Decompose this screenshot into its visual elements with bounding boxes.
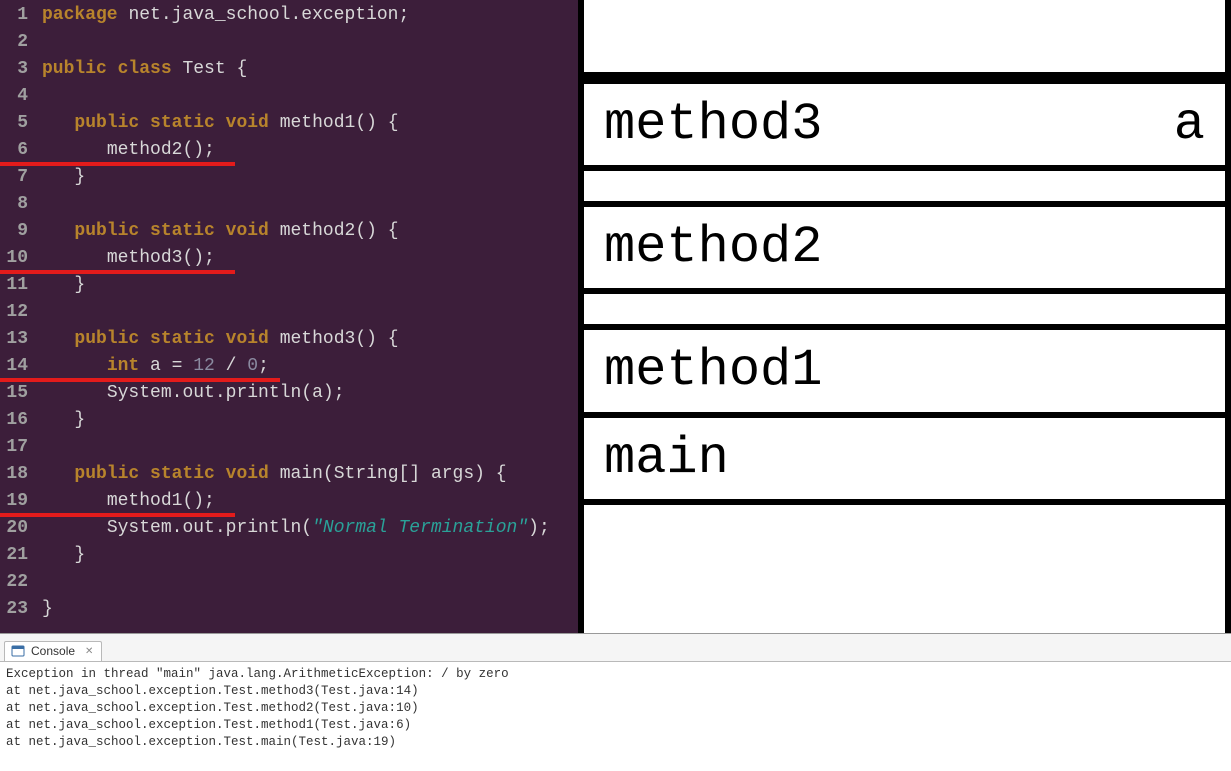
code-line[interactable]: 14 int a = 12 / 0;	[0, 353, 578, 380]
close-icon[interactable]: ✕	[85, 646, 93, 657]
line-number: 20	[0, 515, 34, 542]
stack-frame-method2: method2	[584, 201, 1225, 294]
code-content[interactable]: System.out.println(a);	[34, 380, 578, 407]
line-number: 11	[0, 272, 34, 299]
code-line[interactable]: 12	[0, 299, 578, 326]
code-content[interactable]: int a = 12 / 0;	[34, 353, 578, 380]
code-content[interactable]: System.out.println("Normal Termination")…	[34, 515, 578, 542]
error-underline	[0, 270, 235, 274]
console-panel: Console ✕ Exception in thread "main" jav…	[0, 633, 1231, 771]
console-output[interactable]: Exception in thread "main" java.lang.Ari…	[0, 662, 1231, 755]
stack-frame-label: method1	[604, 342, 822, 399]
code-line[interactable]: 17	[0, 434, 578, 461]
code-line[interactable]: 23}	[0, 596, 578, 623]
code-line[interactable]: 15 System.out.println(a);	[0, 380, 578, 407]
code-content[interactable]: }	[34, 542, 578, 569]
line-number: 21	[0, 542, 34, 569]
code-content[interactable]: }	[34, 407, 578, 434]
line-number: 23	[0, 596, 34, 623]
line-number: 12	[0, 299, 34, 326]
stack-frame-label: method2	[604, 219, 822, 276]
code-line[interactable]: 1package net.java_school.exception;	[0, 2, 578, 29]
code-content[interactable]	[34, 569, 578, 596]
code-line[interactable]: 8	[0, 191, 578, 218]
code-content[interactable]	[34, 29, 578, 56]
line-number: 16	[0, 407, 34, 434]
stack-frame-method3: method3 a	[584, 78, 1225, 171]
code-line[interactable]: 21 }	[0, 542, 578, 569]
stack-frame-method1: method1	[584, 324, 1225, 417]
code-line[interactable]: 4	[0, 83, 578, 110]
code-line[interactable]: 16 }	[0, 407, 578, 434]
code-editor[interactable]: 1package net.java_school.exception;23pub…	[0, 0, 578, 633]
code-content[interactable]	[34, 83, 578, 110]
code-content[interactable]: public class Test {	[34, 56, 578, 83]
line-number: 13	[0, 326, 34, 353]
code-line[interactable]: 7 }	[0, 164, 578, 191]
line-number: 3	[0, 56, 34, 83]
line-number: 8	[0, 191, 34, 218]
line-number: 22	[0, 569, 34, 596]
error-underline	[0, 513, 235, 517]
code-line[interactable]: 18 public static void main(String[] args…	[0, 461, 578, 488]
code-content[interactable]: method3();	[34, 245, 578, 272]
code-content[interactable]: method2();	[34, 137, 578, 164]
code-content[interactable]: }	[34, 164, 578, 191]
console-icon	[11, 644, 25, 658]
line-number: 2	[0, 29, 34, 56]
line-number: 15	[0, 380, 34, 407]
stack-frame-label: main	[604, 430, 729, 487]
code-line[interactable]: 5 public static void method1() {	[0, 110, 578, 137]
line-number: 6	[0, 137, 34, 164]
console-tab-label: Console	[31, 644, 75, 658]
line-number: 14	[0, 353, 34, 380]
line-number: 19	[0, 488, 34, 515]
code-line[interactable]: 11 }	[0, 272, 578, 299]
code-content[interactable]	[34, 299, 578, 326]
code-content[interactable]: public static void main(String[] args) {	[34, 461, 578, 488]
line-number: 1	[0, 2, 34, 29]
error-underline	[0, 162, 235, 166]
code-line[interactable]: 19 method1();	[0, 488, 578, 515]
code-content[interactable]: public static void method2() {	[34, 218, 578, 245]
code-line[interactable]: 20 System.out.println("Normal Terminatio…	[0, 515, 578, 542]
code-content[interactable]	[34, 191, 578, 218]
line-number: 18	[0, 461, 34, 488]
code-line[interactable]: 3public class Test {	[0, 56, 578, 83]
code-content[interactable]: }	[34, 272, 578, 299]
line-number: 17	[0, 434, 34, 461]
stack-frame-label: method3	[604, 96, 822, 153]
code-content[interactable]: method1();	[34, 488, 578, 515]
code-line[interactable]: 2	[0, 29, 578, 56]
code-content[interactable]: public static void method1() {	[34, 110, 578, 137]
line-number: 4	[0, 83, 34, 110]
code-content[interactable]: }	[34, 596, 578, 623]
code-line[interactable]: 10 method3();	[0, 245, 578, 272]
code-line[interactable]: 6 method2();	[0, 137, 578, 164]
line-number: 5	[0, 110, 34, 137]
call-stack-diagram: method3 a method2 method1 main	[578, 0, 1231, 633]
error-underline	[0, 378, 280, 382]
line-number: 7	[0, 164, 34, 191]
code-content[interactable]: public static void method3() {	[34, 326, 578, 353]
console-tabbar: Console ✕	[0, 634, 1231, 662]
stack-frame-var: a	[1174, 96, 1205, 153]
code-content[interactable]	[34, 434, 578, 461]
code-line[interactable]: 13 public static void method3() {	[0, 326, 578, 353]
stack-frame-main: main	[584, 418, 1225, 505]
code-line[interactable]: 9 public static void method2() {	[0, 218, 578, 245]
code-line[interactable]: 22	[0, 569, 578, 596]
line-number: 9	[0, 218, 34, 245]
line-number: 10	[0, 245, 34, 272]
code-content[interactable]: package net.java_school.exception;	[34, 2, 578, 29]
console-tab[interactable]: Console ✕	[4, 641, 102, 661]
